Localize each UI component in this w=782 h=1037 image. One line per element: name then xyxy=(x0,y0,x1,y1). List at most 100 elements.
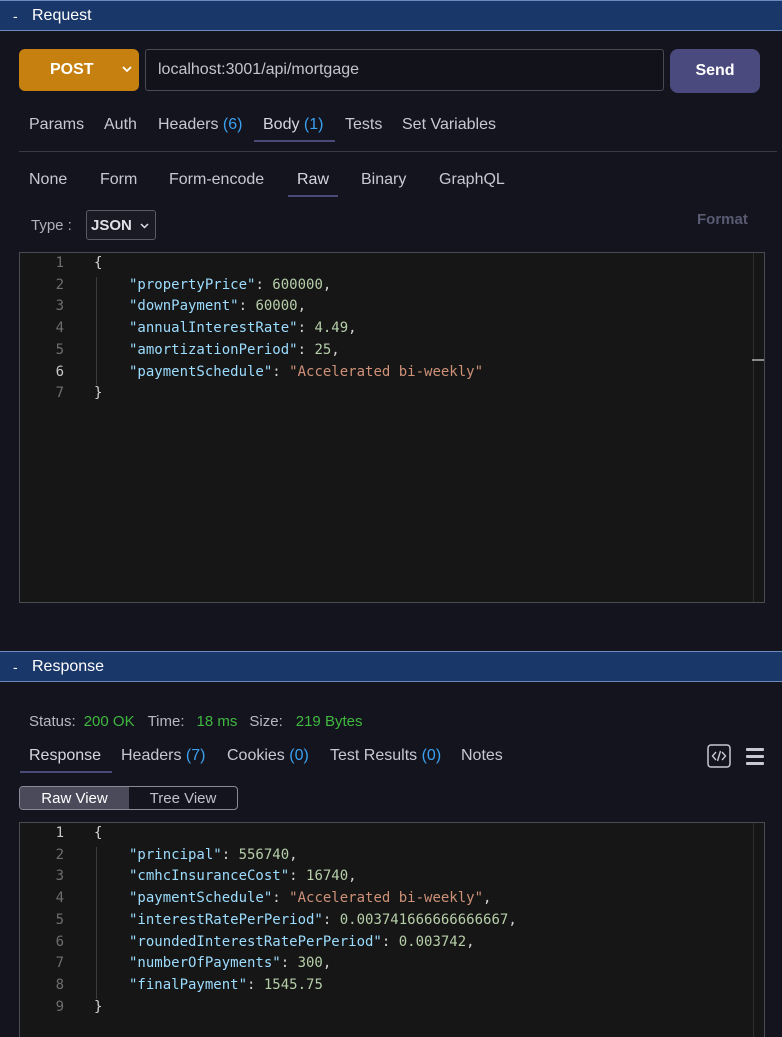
content-type-value: JSON xyxy=(91,216,132,234)
tab-count-badge: (7) xyxy=(181,747,206,764)
tab-label: Raw xyxy=(297,171,330,188)
line-number: 2 xyxy=(55,846,64,863)
status-value: 200 OK xyxy=(83,713,135,730)
tab-label: Form-encode xyxy=(169,171,265,188)
tab-count-badge: (0) xyxy=(417,747,442,764)
code-line: 1{ xyxy=(20,253,750,275)
line-number: 9 xyxy=(55,998,64,1015)
code-text: "paymentSchedule": "Accelerated bi-weekl… xyxy=(129,363,484,380)
tab-form[interactable]: Form xyxy=(100,171,137,189)
time-value: 18 ms xyxy=(196,713,238,730)
format-button[interactable]: Format xyxy=(697,211,748,228)
tab-params[interactable]: Params xyxy=(29,116,84,134)
line-number: 2 xyxy=(55,276,64,293)
content-type-select[interactable]: JSON xyxy=(86,210,156,240)
collapse-toggle-icon[interactable]: - xyxy=(13,9,25,23)
collapse-toggle-icon[interactable]: - xyxy=(13,660,25,674)
code-line: 2 "propertyPrice": 600000, xyxy=(20,275,750,297)
editor-scrollbar[interactable] xyxy=(753,253,754,602)
line-number: 7 xyxy=(55,385,64,402)
line-number: 1 xyxy=(55,825,64,841)
tab-count-badge: (0) xyxy=(284,747,309,764)
tab-count-badge: (1) xyxy=(299,116,324,133)
active-tab-indicator xyxy=(20,771,112,773)
code-line: 1{ xyxy=(20,823,750,845)
tab-graphql[interactable]: GraphQL xyxy=(439,171,505,189)
type-label: Type : xyxy=(31,217,72,234)
tab-label: Test Results xyxy=(330,747,418,764)
request-body-editor[interactable]: 1{2 "propertyPrice": 600000, 3 "downPayment… xyxy=(19,252,765,603)
raw-view-option[interactable]: Raw View xyxy=(20,787,129,809)
tab-notes[interactable]: Notes xyxy=(461,747,503,765)
tab-response[interactable]: Response xyxy=(29,747,101,765)
line-number: 6 xyxy=(55,363,64,380)
tab-label: Params xyxy=(29,116,85,133)
code-line: 2 "principal": 556740, xyxy=(20,845,750,867)
url-input[interactable]: localhost:3001/api/mortgage xyxy=(145,49,664,91)
tab-cookies[interactable]: Cookies (0) xyxy=(227,747,309,765)
code-line: 3 "downPayment": 60000, xyxy=(20,296,750,318)
tab-auth[interactable]: Auth xyxy=(104,116,137,134)
line-number: 7 xyxy=(55,955,64,972)
menu-icon[interactable] xyxy=(745,746,765,771)
code-line: 7} xyxy=(20,383,750,405)
response-section-header[interactable]: - Response xyxy=(0,651,782,682)
code-icon[interactable] xyxy=(707,744,731,773)
tab-label: Form xyxy=(100,171,138,188)
editor-scroll-thumb[interactable] xyxy=(752,359,764,361)
tab-none[interactable]: None xyxy=(29,171,67,189)
code-text: { xyxy=(94,825,103,841)
code-text: "downPayment": 60000, xyxy=(129,298,307,315)
line-number: 5 xyxy=(55,911,64,928)
method-label: POST xyxy=(50,61,94,78)
indent-guide xyxy=(96,846,97,999)
request-section-header[interactable]: - Request xyxy=(0,0,782,31)
tab-body[interactable]: Body (1) xyxy=(263,116,323,134)
indent-guide xyxy=(96,276,97,386)
line-number: 3 xyxy=(55,868,64,885)
tab-raw[interactable]: Raw xyxy=(297,171,329,189)
active-tab-indicator xyxy=(288,195,338,197)
tab-headers[interactable]: Headers (6) xyxy=(158,116,242,134)
code-line: 5 "interestRatePerPeriod": 0.003741666666… xyxy=(20,910,750,932)
status-label: Status: xyxy=(29,713,76,730)
viewer-scrollbar[interactable] xyxy=(753,823,754,1037)
tab-binary[interactable]: Binary xyxy=(361,171,406,189)
tab-tests[interactable]: Tests xyxy=(345,116,382,134)
code-line: 6 "paymentSchedule": "Accelerated bi-week… xyxy=(20,362,750,384)
tab-label: Set Variables xyxy=(402,116,496,133)
code-line: 8 "finalPayment": 1545.75 xyxy=(20,975,750,997)
code-line: 7 "numberOfPayments": 300, xyxy=(20,953,750,975)
code-line: 4 "paymentSchedule": "Accelerated bi-week… xyxy=(20,888,750,910)
tab-set-variables[interactable]: Set Variables xyxy=(402,116,496,134)
send-button[interactable]: Send xyxy=(670,49,760,93)
view-toggle: Raw View Tree View xyxy=(19,786,238,810)
tab-label: Response xyxy=(29,747,102,764)
response-body-viewer[interactable]: 1{2 "principal": 556740, 3 "cmhcInsuranceCo… xyxy=(19,822,765,1037)
code-text: "paymentSchedule": "Accelerated bi-weekl… xyxy=(129,890,492,907)
active-tab-indicator xyxy=(254,140,335,142)
size-value: 219 Bytes xyxy=(295,713,363,730)
line-number: 8 xyxy=(55,976,64,993)
code-line: 3 "cmhcInsuranceCost": 16740, xyxy=(20,866,750,888)
tab-label: Body xyxy=(263,116,300,133)
tab-test-results[interactable]: Test Results (0) xyxy=(330,747,441,765)
code-text: } xyxy=(94,385,103,402)
method-select[interactable]: POST xyxy=(19,49,139,91)
code-text: "interestRatePerPeriod": 0.0037416666666… xyxy=(129,911,517,928)
response-status-bar: Status: 200 OK Time: 18 ms Size: 219 Byt… xyxy=(29,713,362,730)
tab-label: Binary xyxy=(361,171,407,188)
chevron-down-icon xyxy=(122,66,132,73)
code-line: 4 "annualInterestRate": 4.49, xyxy=(20,318,750,340)
code-text: "roundedInterestRatePerPeriod": 0.003742… xyxy=(129,933,475,950)
tab-count-badge: (6) xyxy=(218,116,243,133)
tab-label: Auth xyxy=(104,116,137,133)
tab-label: Headers xyxy=(158,116,219,133)
tree-view-option[interactable]: Tree View xyxy=(129,787,237,809)
tab-label: Cookies xyxy=(227,747,285,764)
tab-form-encode[interactable]: Form-encode xyxy=(169,171,264,189)
tab-label: Tests xyxy=(345,116,383,133)
tab-headers[interactable]: Headers (7) xyxy=(121,747,205,765)
code-text: "amortizationPeriod": 25, xyxy=(129,341,340,358)
tab-label: GraphQL xyxy=(439,171,505,188)
